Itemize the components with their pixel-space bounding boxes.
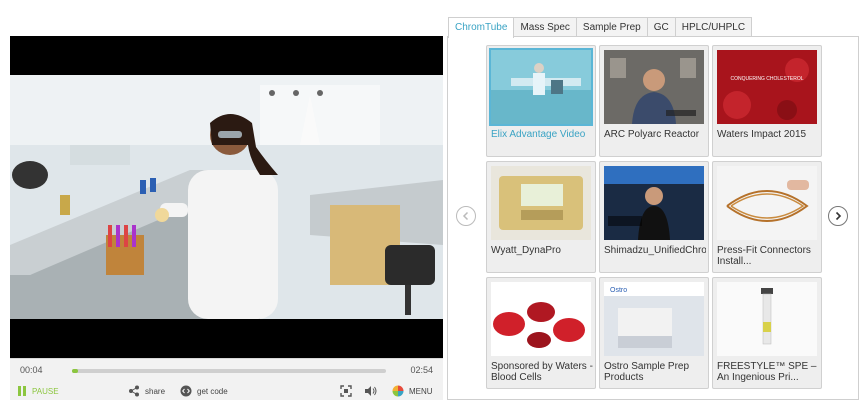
- share-icon: [129, 385, 139, 397]
- video-title: FREESTYLE™ SPE – An Ingenious Pri...: [717, 361, 817, 383]
- video-card[interactable]: CONQUERING CHOLESTEROL Waters Impact 201…: [712, 45, 822, 157]
- tab-sample-prep[interactable]: Sample Prep: [575, 17, 648, 37]
- thumbnail-text: CONQUERING CHOLESTEROL: [730, 76, 803, 82]
- video-title: Shimadzu_UnifiedChromatography: [604, 245, 706, 256]
- menu-label: MENU: [409, 386, 433, 396]
- chevron-left-icon: [462, 211, 469, 221]
- video-card[interactable]: Ostro Ostro Sample Prep Products: [599, 277, 709, 389]
- video-widget: 00:04 02:54 PAUSE share get code MENU Ch…: [0, 0, 866, 407]
- video-card[interactable]: Sponsored by Waters - Blood Cells: [486, 277, 596, 389]
- video-card[interactable]: Elix Advantage Video: [486, 45, 596, 157]
- pause-button[interactable]: PAUSE: [18, 384, 59, 398]
- tab-mass-spec[interactable]: Mass Spec: [513, 17, 577, 37]
- video-frame[interactable]: [10, 36, 443, 358]
- video-thumbnail: [491, 282, 591, 356]
- video-title: ARC Polyarc Reactor: [604, 129, 700, 140]
- video-thumbnail: Ostro: [604, 282, 704, 356]
- share-label: share: [145, 386, 166, 396]
- video-card[interactable]: Shimadzu_UnifiedChromatography: [599, 161, 709, 273]
- volume-icon: [365, 386, 377, 396]
- duration: 02:54: [410, 365, 433, 375]
- video-title: Sponsored by Waters - Blood Cells: [491, 361, 593, 383]
- video-thumbnail: [604, 50, 704, 124]
- category-tabs: ChromTube Mass Spec Sample Prep GC HPLC/…: [448, 17, 753, 38]
- video-thumbnail: [604, 166, 704, 240]
- menu-button[interactable]: MENU: [392, 384, 433, 398]
- video-card[interactable]: Press-Fit Connectors Install...: [712, 161, 822, 273]
- next-page-button[interactable]: [828, 206, 848, 226]
- code-icon: [180, 385, 192, 397]
- current-time: 00:04: [20, 365, 43, 375]
- seek-bar[interactable]: [72, 369, 386, 373]
- player-controls: 00:04 02:54 PAUSE share get code MENU: [10, 358, 443, 400]
- chevron-right-icon: [835, 211, 842, 221]
- video-title: Elix Advantage Video: [491, 129, 586, 140]
- pause-icon: [18, 386, 26, 396]
- get-code-label: get code: [197, 386, 228, 396]
- menu-pinwheel-icon: [392, 385, 404, 397]
- video-title: Waters Impact 2015: [717, 129, 807, 140]
- video-card[interactable]: FREESTYLE™ SPE – An Ingenious Pri...: [712, 277, 822, 389]
- video-gallery: Elix Advantage Video ARC Polyarc Reactor: [447, 36, 859, 400]
- video-title: Ostro Sample Prep Products: [604, 361, 690, 383]
- video-title: Press-Fit Connectors Install...: [717, 245, 811, 267]
- share-button[interactable]: share: [128, 384, 165, 398]
- video-card[interactable]: Wyatt_DynaPro: [486, 161, 596, 273]
- tab-hplc-uhplc[interactable]: HPLC/UHPLC: [674, 17, 753, 37]
- video-still-lab-scientist[interactable]: [10, 75, 443, 319]
- video-thumbnail: [489, 48, 593, 126]
- video-thumbnail: [717, 282, 817, 356]
- volume-button[interactable]: [364, 384, 378, 398]
- video-title: Wyatt_DynaPro: [491, 245, 561, 256]
- previous-page-button[interactable]: [456, 206, 476, 226]
- video-thumbnail: CONQUERING CHOLESTEROL: [717, 50, 817, 124]
- thumbnail-text: Ostro: [610, 287, 627, 294]
- video-thumbnail: [717, 166, 817, 240]
- tab-chromtube[interactable]: ChromTube: [448, 17, 515, 38]
- video-thumbnail: [491, 166, 591, 240]
- fullscreen-icon: [340, 385, 352, 397]
- video-card[interactable]: ARC Polyarc Reactor: [599, 45, 709, 157]
- seek-bar-progress: [72, 369, 79, 373]
- fullscreen-button[interactable]: [340, 384, 352, 398]
- pause-label: PAUSE: [32, 386, 59, 396]
- get-code-button[interactable]: get code: [180, 384, 228, 398]
- tab-gc[interactable]: GC: [646, 17, 676, 37]
- video-player: 00:04 02:54 PAUSE share get code MENU: [10, 36, 443, 400]
